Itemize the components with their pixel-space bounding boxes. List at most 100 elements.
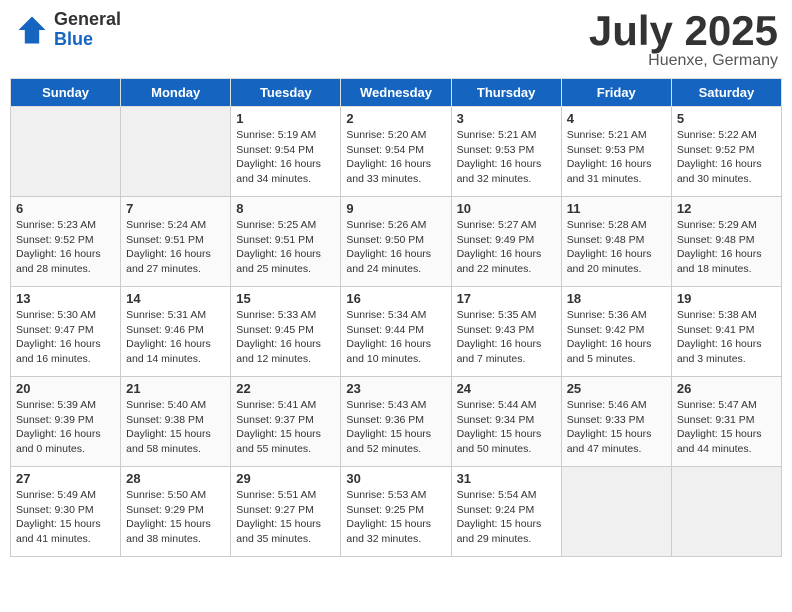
day-number: 3 <box>457 111 556 126</box>
day-info: Sunrise: 5:38 AM Sunset: 9:41 PM Dayligh… <box>677 308 776 367</box>
week-row-2: 6Sunrise: 5:23 AM Sunset: 9:52 PM Daylig… <box>11 197 782 287</box>
calendar-cell: 12Sunrise: 5:29 AM Sunset: 9:48 PM Dayli… <box>671 197 781 287</box>
day-number: 23 <box>346 381 445 396</box>
day-number: 4 <box>567 111 666 126</box>
month-title: July 2025 <box>589 10 778 52</box>
day-header-tuesday: Tuesday <box>231 79 341 107</box>
day-info: Sunrise: 5:34 AM Sunset: 9:44 PM Dayligh… <box>346 308 445 367</box>
calendar-cell: 8Sunrise: 5:25 AM Sunset: 9:51 PM Daylig… <box>231 197 341 287</box>
day-info: Sunrise: 5:36 AM Sunset: 9:42 PM Dayligh… <box>567 308 666 367</box>
day-number: 5 <box>677 111 776 126</box>
week-row-1: 1 Sunrise: 5:19 AM Sunset: 9:54 PM Daylig… <box>11 107 782 197</box>
calendar-cell: 16 Sunrise: 5:34 AM Sunset: 9:44 PM Dayli… <box>341 287 451 377</box>
day-number: 19 <box>677 291 776 306</box>
day-info: Sunrise: 5:39 AM Sunset: 9:39 PM Dayligh… <box>16 398 115 457</box>
day-number: 27 <box>16 471 115 486</box>
calendar-table: SundayMondayTuesdayWednesdayThursdayFrid… <box>10 78 782 557</box>
calendar-cell: 24 Sunrise: 5:44 AM Sunset: 9:34 PM Dayli… <box>451 377 561 467</box>
week-row-5: 27 Sunrise: 5:49 AM Sunset: 9:30 PM Dayli… <box>11 467 782 557</box>
calendar-cell: 31Sunrise: 5:54 AM Sunset: 9:24 PM Dayli… <box>451 467 561 557</box>
day-info: Sunrise: 5:20 AM Sunset: 9:54 PM Dayligh… <box>346 128 445 187</box>
calendar-cell: 14Sunrise: 5:31 AM Sunset: 9:46 PM Dayli… <box>121 287 231 377</box>
logo: General Blue <box>14 10 121 50</box>
calendar-cell: 10 Sunrise: 5:27 AM Sunset: 9:49 PM Dayli… <box>451 197 561 287</box>
calendar-cell: 28 Sunrise: 5:50 AM Sunset: 9:29 PM Dayli… <box>121 467 231 557</box>
day-number: 16 <box>346 291 445 306</box>
week-row-3: 13Sunrise: 5:30 AM Sunset: 9:47 PM Dayli… <box>11 287 782 377</box>
day-number: 7 <box>126 201 225 216</box>
calendar-cell: 21Sunrise: 5:40 AM Sunset: 9:38 PM Dayli… <box>121 377 231 467</box>
day-info: Sunrise: 5:33 AM Sunset: 9:45 PM Dayligh… <box>236 308 335 367</box>
day-info: Sunrise: 5:51 AM Sunset: 9:27 PM Dayligh… <box>236 488 335 547</box>
day-header-monday: Monday <box>121 79 231 107</box>
day-number: 11 <box>567 201 666 216</box>
calendar-cell: 5 Sunrise: 5:22 AM Sunset: 9:52 PM Daylig… <box>671 107 781 197</box>
week-row-4: 20 Sunrise: 5:39 AM Sunset: 9:39 PM Dayli… <box>11 377 782 467</box>
day-info: Sunrise: 5:50 AM Sunset: 9:29 PM Dayligh… <box>126 488 225 547</box>
logo-general: General <box>54 10 121 30</box>
day-number: 2 <box>346 111 445 126</box>
day-number: 17 <box>457 291 556 306</box>
calendar-cell: 22Sunrise: 5:41 AM Sunset: 9:37 PM Dayli… <box>231 377 341 467</box>
calendar-cell: 23 Sunrise: 5:43 AM Sunset: 9:36 PM Dayli… <box>341 377 451 467</box>
day-number: 26 <box>677 381 776 396</box>
day-number: 14 <box>126 291 225 306</box>
calendar-cell: 15 Sunrise: 5:33 AM Sunset: 9:45 PM Dayli… <box>231 287 341 377</box>
day-number: 30 <box>346 471 445 486</box>
day-info: Sunrise: 5:30 AM Sunset: 9:47 PM Dayligh… <box>16 308 115 367</box>
day-header-wednesday: Wednesday <box>341 79 451 107</box>
day-header-sunday: Sunday <box>11 79 121 107</box>
day-number: 18 <box>567 291 666 306</box>
day-header-saturday: Saturday <box>671 79 781 107</box>
calendar-cell <box>121 107 231 197</box>
logo-blue: Blue <box>54 30 121 50</box>
calendar-cell: 4Sunrise: 5:21 AM Sunset: 9:53 PM Daylig… <box>561 107 671 197</box>
day-info: Sunrise: 5:19 AM Sunset: 9:54 PM Dayligh… <box>236 128 335 187</box>
calendar-cell: 25 Sunrise: 5:46 AM Sunset: 9:33 PM Dayli… <box>561 377 671 467</box>
logo-text: General Blue <box>54 10 121 50</box>
day-info: Sunrise: 5:53 AM Sunset: 9:25 PM Dayligh… <box>346 488 445 547</box>
day-number: 20 <box>16 381 115 396</box>
title-area: July 2025 Huenxe, Germany <box>589 10 778 70</box>
day-info: Sunrise: 5:46 AM Sunset: 9:33 PM Dayligh… <box>567 398 666 457</box>
header: General Blue July 2025 Huenxe, Germany <box>10 10 782 70</box>
day-info: Sunrise: 5:54 AM Sunset: 9:24 PM Dayligh… <box>457 488 556 547</box>
day-number: 10 <box>457 201 556 216</box>
day-number: 28 <box>126 471 225 486</box>
day-info: Sunrise: 5:44 AM Sunset: 9:34 PM Dayligh… <box>457 398 556 457</box>
day-number: 8 <box>236 201 335 216</box>
day-info: Sunrise: 5:28 AM Sunset: 9:48 PM Dayligh… <box>567 218 666 277</box>
day-info: Sunrise: 5:43 AM Sunset: 9:36 PM Dayligh… <box>346 398 445 457</box>
day-info: Sunrise: 5:29 AM Sunset: 9:48 PM Dayligh… <box>677 218 776 277</box>
calendar-cell: 20 Sunrise: 5:39 AM Sunset: 9:39 PM Dayli… <box>11 377 121 467</box>
day-info: Sunrise: 5:22 AM Sunset: 9:52 PM Dayligh… <box>677 128 776 187</box>
calendar-cell: 27 Sunrise: 5:49 AM Sunset: 9:30 PM Dayli… <box>11 467 121 557</box>
calendar-cell: 11 Sunrise: 5:28 AM Sunset: 9:48 PM Dayli… <box>561 197 671 287</box>
day-number: 15 <box>236 291 335 306</box>
calendar-cell: 13Sunrise: 5:30 AM Sunset: 9:47 PM Dayli… <box>11 287 121 377</box>
calendar-cell: 17 Sunrise: 5:35 AM Sunset: 9:43 PM Dayli… <box>451 287 561 377</box>
day-number: 29 <box>236 471 335 486</box>
calendar-cell: 2 Sunrise: 5:20 AM Sunset: 9:54 PM Daylig… <box>341 107 451 197</box>
day-number: 24 <box>457 381 556 396</box>
day-info: Sunrise: 5:27 AM Sunset: 9:49 PM Dayligh… <box>457 218 556 277</box>
calendar-cell: 6Sunrise: 5:23 AM Sunset: 9:52 PM Daylig… <box>11 197 121 287</box>
day-header-thursday: Thursday <box>451 79 561 107</box>
day-number: 1 <box>236 111 335 126</box>
day-number: 25 <box>567 381 666 396</box>
day-info: Sunrise: 5:23 AM Sunset: 9:52 PM Dayligh… <box>16 218 115 277</box>
day-info: Sunrise: 5:24 AM Sunset: 9:51 PM Dayligh… <box>126 218 225 277</box>
calendar-cell: 26 Sunrise: 5:47 AM Sunset: 9:31 PM Dayli… <box>671 377 781 467</box>
calendar-cell <box>11 107 121 197</box>
day-info: Sunrise: 5:49 AM Sunset: 9:30 PM Dayligh… <box>16 488 115 547</box>
location-title: Huenxe, Germany <box>589 52 778 70</box>
day-info: Sunrise: 5:47 AM Sunset: 9:31 PM Dayligh… <box>677 398 776 457</box>
calendar-cell: 1 Sunrise: 5:19 AM Sunset: 9:54 PM Daylig… <box>231 107 341 197</box>
calendar-cell: 19 Sunrise: 5:38 AM Sunset: 9:41 PM Dayli… <box>671 287 781 377</box>
calendar-cell: 29 Sunrise: 5:51 AM Sunset: 9:27 PM Dayli… <box>231 467 341 557</box>
day-info: Sunrise: 5:35 AM Sunset: 9:43 PM Dayligh… <box>457 308 556 367</box>
calendar-cell <box>671 467 781 557</box>
day-number: 9 <box>346 201 445 216</box>
calendar-cell: 3Sunrise: 5:21 AM Sunset: 9:53 PM Daylig… <box>451 107 561 197</box>
calendar-cell: 18 Sunrise: 5:36 AM Sunset: 9:42 PM Dayli… <box>561 287 671 377</box>
